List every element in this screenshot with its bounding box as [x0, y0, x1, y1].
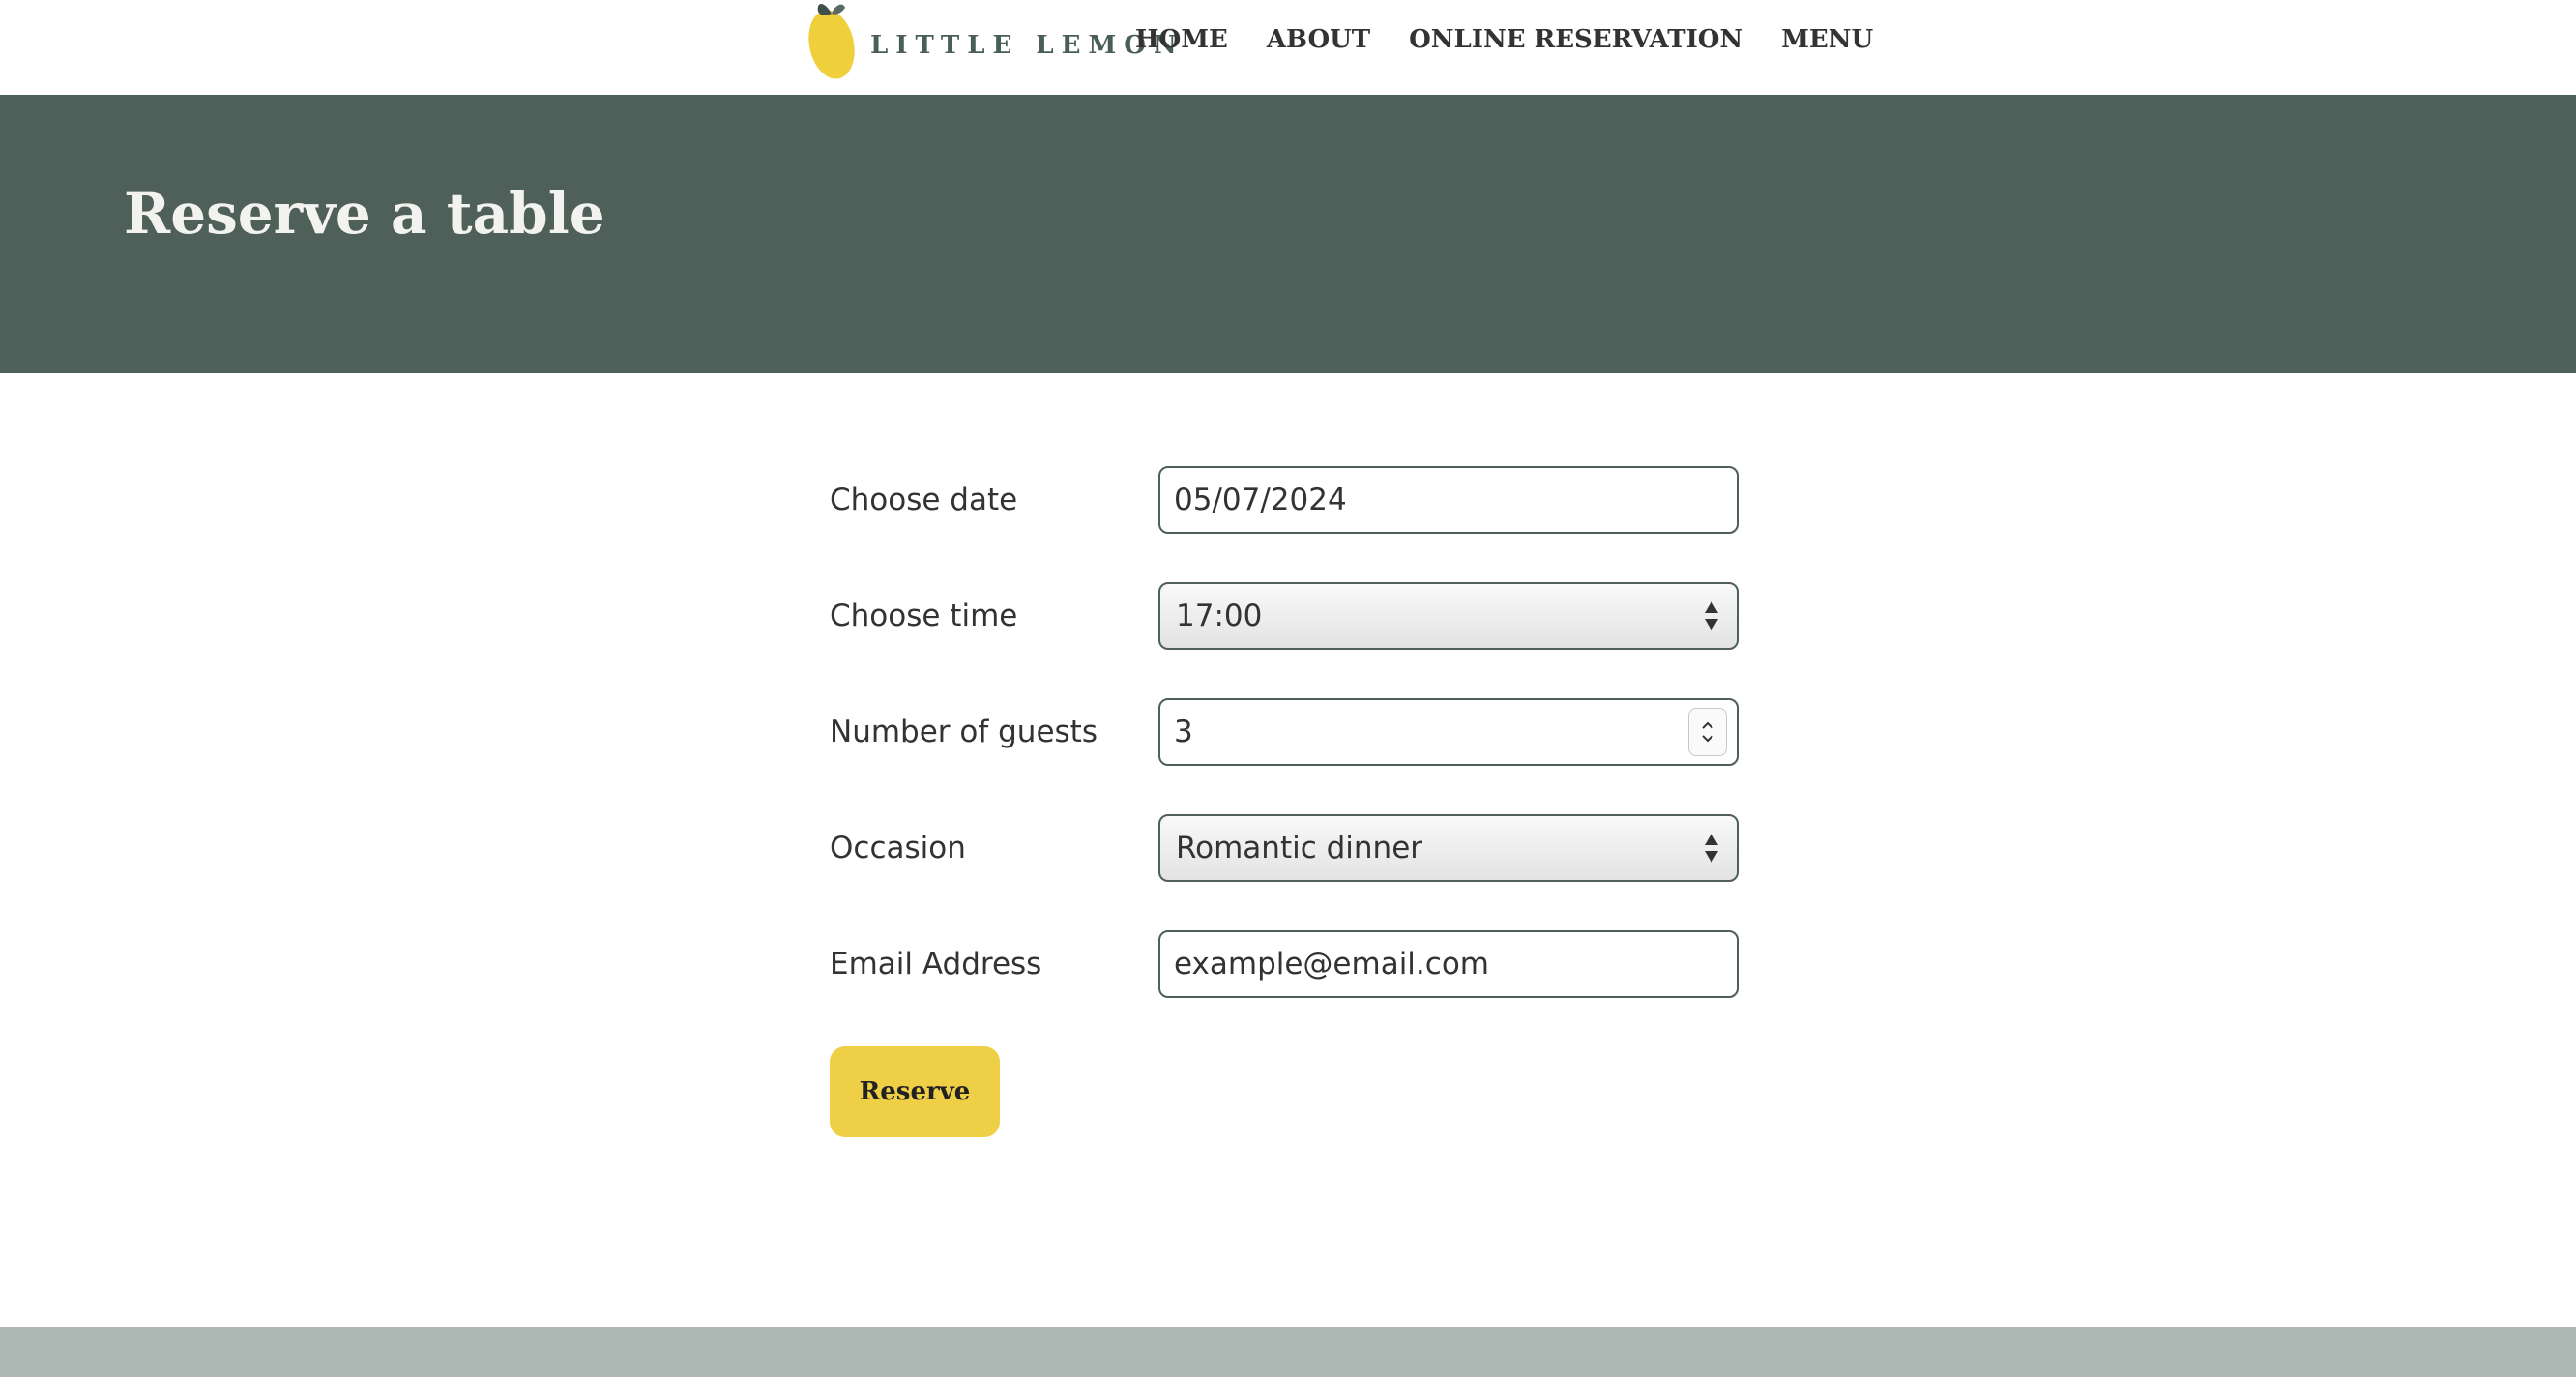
top-navigation-bar: LITTLE LEMON HOME ABOUT ONLINE RESERVATI…	[0, 0, 2576, 95]
reserve-button[interactable]: Reserve	[830, 1046, 1000, 1137]
time-value: 17:00	[1176, 599, 1263, 633]
date-value: 05/07/2024	[1174, 483, 1347, 517]
email-input[interactable]: example@email.com	[1158, 930, 1739, 998]
occasion-value: Romantic dinner	[1176, 831, 1423, 865]
date-label: Choose date	[830, 483, 1018, 517]
number-spinner-icon[interactable]	[1688, 708, 1727, 756]
guests-number-input[interactable]: 3	[1158, 698, 1739, 766]
logo[interactable]: LITTLE LEMON	[806, 0, 1185, 83]
occasion-row: Occasion Romantic dinner	[830, 814, 1739, 882]
page-title: Reserve a table	[124, 181, 605, 247]
footer	[0, 1327, 2576, 1377]
email-row: Email Address example@email.com	[830, 930, 1739, 998]
occasion-select[interactable]: Romantic dinner	[1158, 814, 1739, 882]
nav-link-menu[interactable]: MENU	[1781, 21, 1873, 58]
guests-label: Number of guests	[830, 715, 1098, 749]
guests-row: Number of guests 3	[830, 698, 1739, 766]
email-label: Email Address	[830, 947, 1042, 981]
select-arrows-icon	[1692, 819, 1731, 877]
date-input[interactable]: 05/07/2024	[1158, 466, 1739, 534]
lemon-icon	[808, 4, 855, 79]
nav-link-online-reservation[interactable]: ONLINE RESERVATION	[1409, 21, 1742, 58]
select-arrows-icon	[1692, 587, 1731, 645]
main-nav: HOME ABOUT ONLINE RESERVATION MENU	[1135, 21, 1912, 58]
occasion-label: Occasion	[830, 831, 966, 865]
nav-link-home[interactable]: HOME	[1135, 21, 1228, 58]
date-row: Choose date 05/07/2024	[830, 466, 1739, 534]
time-row: Choose time 17:00	[830, 582, 1739, 650]
hero-banner: Reserve a table	[0, 95, 2576, 373]
time-select[interactable]: 17:00	[1158, 582, 1739, 650]
reservation-form: Choose date 05/07/2024 Choose time 17:00…	[830, 466, 1739, 1137]
email-placeholder: example@email.com	[1174, 947, 1489, 981]
guests-value: 3	[1174, 715, 1193, 749]
nav-link-about[interactable]: ABOUT	[1267, 21, 1370, 58]
time-label: Choose time	[830, 599, 1018, 633]
